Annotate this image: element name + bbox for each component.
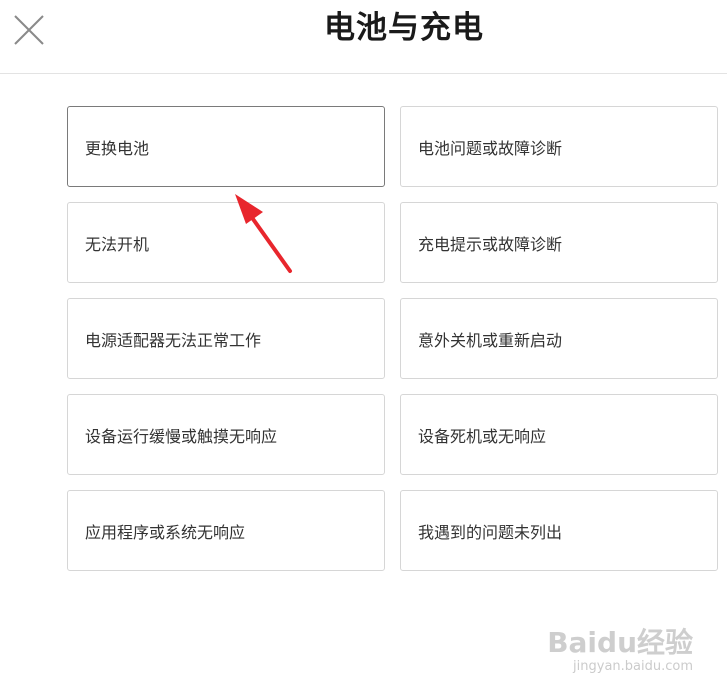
page: 电池与充电 更换电池 电池问题或故障诊断 无法开机 充电提示或故障诊断 电源适配… [0, 0, 727, 697]
option-label: 电池问题或故障诊断 [418, 138, 563, 158]
option-charging-diagnosis[interactable]: 充电提示或故障诊断 [400, 202, 718, 283]
option-device-freeze[interactable]: 设备死机或无响应 [400, 394, 718, 475]
watermark: Baidu经验 jingyan.baidu.com [547, 621, 693, 681]
option-app-unresponsive[interactable]: 应用程序或系统无响应 [67, 490, 385, 571]
option-cannot-power-on[interactable]: 无法开机 [67, 202, 385, 283]
option-label: 无法开机 [85, 234, 150, 254]
option-label: 应用程序或系统无响应 [85, 522, 246, 542]
header: 电池与充电 [0, 0, 727, 74]
option-label: 设备死机或无响应 [418, 426, 547, 446]
option-label: 充电提示或故障诊断 [418, 234, 563, 254]
page-title: 电池与充电 [324, 10, 484, 46]
option-not-listed[interactable]: 我遇到的问题未列出 [400, 490, 718, 571]
option-label: 电源适配器无法正常工作 [85, 330, 262, 350]
option-slow-or-touch[interactable]: 设备运行缓慢或触摸无响应 [67, 394, 385, 475]
option-label: 我遇到的问题未列出 [418, 522, 563, 542]
option-unexpected-shutdown[interactable]: 意外关机或重新启动 [400, 298, 718, 379]
option-power-adapter[interactable]: 电源适配器无法正常工作 [67, 298, 385, 379]
option-battery-diagnosis[interactable]: 电池问题或故障诊断 [400, 106, 718, 187]
watermark-url: jingyan.baidu.com [573, 659, 693, 674]
option-replace-battery[interactable]: 更换电池 [67, 106, 385, 187]
option-label: 更换电池 [85, 138, 150, 158]
watermark-brand: Baidu经验 [547, 626, 693, 659]
option-label: 意外关机或重新启动 [418, 330, 563, 350]
option-label: 设备运行缓慢或触摸无响应 [85, 426, 278, 446]
